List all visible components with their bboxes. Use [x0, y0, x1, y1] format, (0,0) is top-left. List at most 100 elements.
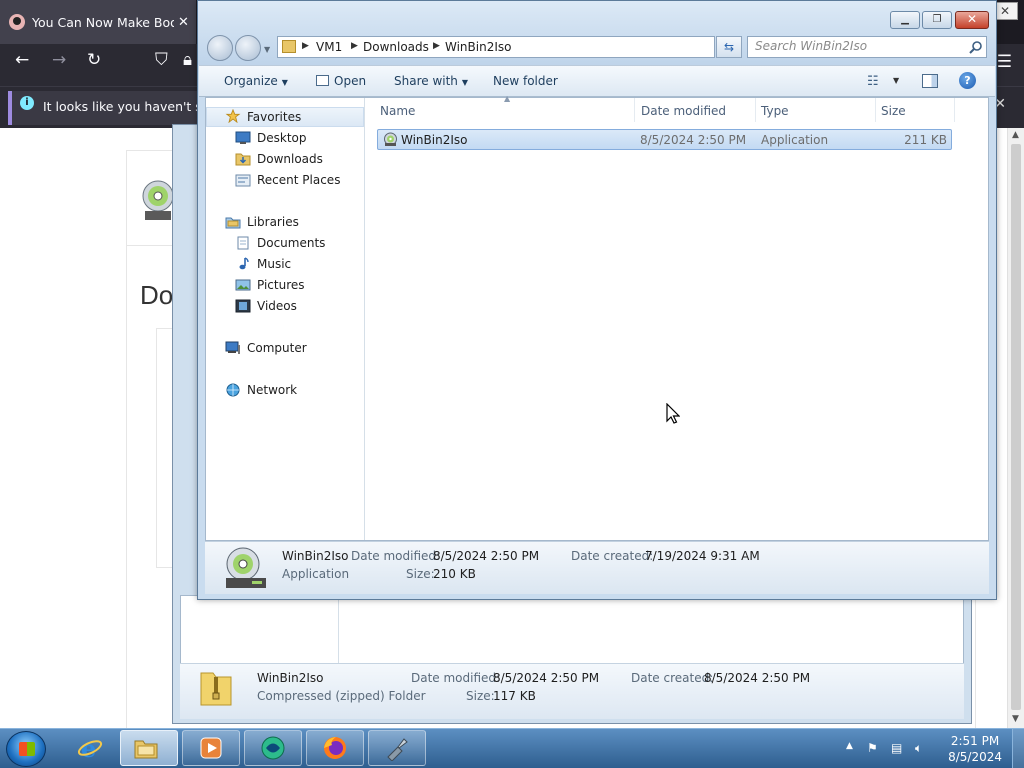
column-divider[interactable]	[875, 98, 876, 122]
tab-close-icon[interactable]: ✕	[178, 15, 189, 30]
refresh-button[interactable]: ⇆	[716, 36, 742, 58]
nav-videos[interactable]: Videos	[257, 299, 297, 313]
recent-pages-dropdown-icon[interactable]: ▼	[264, 45, 270, 54]
new-folder-button[interactable]: New folder	[493, 74, 558, 88]
show-hidden-icons-icon[interactable]: ▲	[846, 741, 853, 751]
nav-favorites[interactable]: Favorites	[247, 110, 301, 124]
breadcrumb-downloads[interactable]: Downloads	[363, 40, 429, 54]
maximize-button[interactable]: ❐	[922, 11, 952, 29]
page-heading: Dov	[140, 280, 176, 310]
explorer-window[interactable]: ▁ ❐ ✕ ▼ ▶ VM1 ▶ Downloads ▶ WinBin2Iso ▼…	[197, 0, 997, 600]
organize-button[interactable]: Organize ▼	[224, 74, 288, 88]
file-row-selected[interactable]: WinBin2Iso 8/5/2024 2:50 PM Application …	[377, 129, 952, 150]
network-status-icon[interactable]: ▤	[891, 741, 902, 755]
music-icon	[239, 257, 249, 270]
detail-date-created-label: Date created:	[571, 549, 654, 563]
media-player-icon	[200, 737, 222, 759]
lock-icon[interactable]: 🔒︎	[183, 50, 192, 70]
zip-size-value: 117 KB	[493, 689, 536, 703]
reload-icon[interactable]: ↻	[87, 50, 101, 70]
breadcrumb-winbin2iso[interactable]: WinBin2Iso	[445, 40, 511, 54]
column-header-size[interactable]: Size	[881, 104, 906, 118]
file-date-modified: 8/5/2024 2:50 PM	[640, 133, 747, 147]
application-icon	[384, 132, 397, 146]
column-divider[interactable]	[954, 98, 955, 122]
libraries-icon	[225, 217, 241, 229]
back-arrow-icon[interactable]: ←	[15, 50, 29, 70]
back-button[interactable]	[207, 35, 233, 61]
scrollbar-thumb[interactable]	[1011, 144, 1021, 710]
detail-type: Application	[282, 567, 350, 581]
column-header-type[interactable]: Type	[761, 104, 789, 118]
windows-logo-icon	[19, 742, 35, 756]
chevron-down-icon[interactable]: ▼	[893, 76, 899, 85]
organize-label: Organize	[224, 74, 278, 88]
nav-pictures[interactable]: Pictures	[257, 278, 305, 292]
shield-icon[interactable]: ⛉	[155, 50, 168, 70]
nav-computer[interactable]: Computer	[247, 341, 307, 355]
open-icon	[316, 75, 329, 86]
zip-date-modified-label: Date modified:	[411, 671, 501, 685]
zip-size-label: Size:	[466, 689, 495, 703]
explorer-body: Favorites Desktop Downloads Recent Place…	[205, 94, 989, 541]
preview-pane-icon[interactable]	[922, 74, 938, 88]
view-options-icon[interactable]: ☷	[867, 74, 879, 89]
hamburger-menu-icon[interactable]: ☰	[997, 52, 1012, 72]
zip-pane-divider	[338, 597, 339, 663]
share-with-button[interactable]: Share with ▼	[394, 74, 468, 88]
detail-date-created-value: 7/19/2024 9:31 AM	[645, 549, 760, 563]
disc-logo-icon	[142, 180, 174, 220]
volume-muted-icon[interactable]: 🔈︎	[915, 741, 922, 756]
internet-explorer-icon: e	[77, 735, 103, 761]
info-icon: i	[20, 96, 34, 110]
nav-music[interactable]: Music	[257, 257, 291, 271]
chevron-down-icon: ▼	[281, 78, 288, 87]
breadcrumb-separator-icon[interactable]: ▶	[302, 41, 309, 51]
details-pane: WinBin2Iso Application Date modified: 8/…	[205, 541, 989, 594]
sort-arrow-icon: ▲	[504, 94, 511, 103]
column-divider[interactable]	[634, 98, 635, 122]
file-type: Application	[761, 133, 829, 147]
firefox-icon	[324, 737, 346, 759]
scroll-down-icon[interactable]: ▼	[1012, 714, 1019, 724]
start-button[interactable]	[6, 731, 46, 767]
forward-button[interactable]	[235, 35, 261, 61]
network-icon	[226, 383, 240, 397]
nav-recent-places[interactable]: Recent Places	[257, 173, 340, 187]
open-button[interactable]: Open	[316, 74, 366, 88]
column-divider[interactable]	[755, 98, 756, 122]
tool-app-icon	[387, 738, 408, 761]
detail-date-modified-value: 8/5/2024 2:50 PM	[433, 549, 540, 563]
minimize-button[interactable]: ▁	[890, 11, 920, 29]
green-app-icon	[261, 736, 285, 760]
scroll-up-icon[interactable]: ▲	[1012, 130, 1019, 140]
system-clock[interactable]: 2:51 PM 8/5/2024	[948, 733, 1002, 765]
search-icon[interactable]	[969, 40, 983, 54]
breadcrumb-separator-icon[interactable]: ▶	[351, 41, 358, 51]
nav-desktop[interactable]: Desktop	[257, 131, 307, 145]
breadcrumb-vm1[interactable]: VM1	[316, 40, 342, 54]
detail-name: WinBin2Iso	[282, 549, 349, 563]
nav-documents[interactable]: Documents	[257, 236, 325, 250]
zip-date-created-label: Date created:	[631, 671, 714, 685]
firefox-tab[interactable]: You Can Now Make Bootable ✕	[0, 0, 196, 44]
close-button[interactable]: ✕	[955, 11, 989, 29]
nav-libraries[interactable]: Libraries	[247, 215, 299, 229]
breadcrumb-separator-icon[interactable]: ▶	[433, 41, 440, 51]
page-scrollbar[interactable]: ▲ ▼	[1007, 128, 1024, 728]
help-icon[interactable]: ?	[959, 72, 976, 89]
search-input[interactable]: Search WinBin2Iso	[747, 36, 987, 58]
forward-arrow-icon[interactable]: →	[52, 50, 66, 70]
nav-downloads[interactable]: Downloads	[257, 152, 323, 166]
action-center-flag-icon[interactable]: ⚑	[867, 741, 878, 755]
show-desktop-button[interactable]	[1012, 729, 1024, 768]
column-header-name[interactable]: Name	[380, 104, 415, 118]
nav-network[interactable]: Network	[247, 383, 297, 397]
file-size: 211 KB	[904, 133, 947, 147]
desktop-icon	[235, 131, 251, 144]
detail-size-label: Size:	[406, 567, 435, 581]
address-bar[interactable]: ▶ VM1 ▶ Downloads ▶ WinBin2Iso ▼	[277, 36, 788, 58]
file-list-pane[interactable]: ▲ Name Date modified Type Size WinBin2Is…	[366, 94, 988, 540]
command-bar: Organize ▼ Open Share with ▼ New folder ☷ …	[199, 65, 995, 97]
column-header-date-modified[interactable]: Date modified	[641, 104, 726, 118]
